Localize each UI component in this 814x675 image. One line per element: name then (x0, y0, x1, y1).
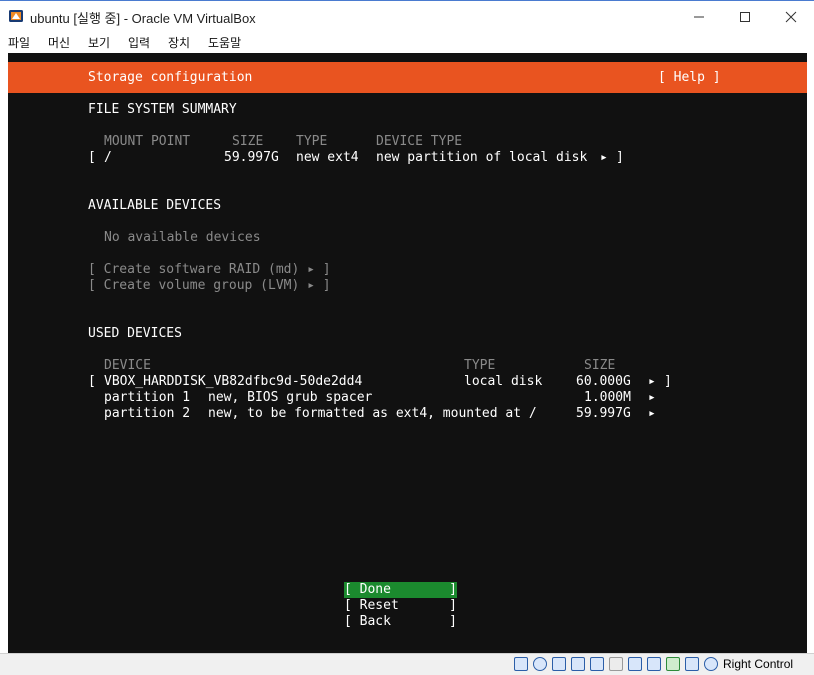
done-button[interactable]: [ Done ] (344, 582, 457, 598)
create-lvm-button[interactable]: [ Create volume group (LVM) ▸ ] (88, 278, 331, 294)
installer-header: Storage configuration [ Help ] (8, 62, 807, 93)
partition-name: partition 2 (104, 406, 191, 421)
partition-size: 1.000M (584, 390, 631, 405)
menu-machine[interactable]: 머신 (48, 34, 70, 51)
video-capture-icon[interactable] (647, 657, 661, 671)
create-raid-button[interactable]: [ Create software RAID (md) ▸ ] (88, 262, 331, 278)
shared-folders-icon[interactable] (609, 657, 623, 671)
reset-button-bracket: ] (449, 598, 457, 613)
done-button-bracket: ] (449, 582, 457, 597)
menu-bar: 파일 머신 보기 입력 장치 도움말 (0, 32, 814, 53)
status-bar: Right Control (0, 653, 814, 675)
virtualbox-app-icon (9, 10, 23, 22)
disk-name: VBOX_HARDDISK_VB82dfbc9d-50de2dd4 (104, 374, 363, 389)
column-type: TYPE (296, 134, 328, 149)
row-open-bracket: [ (88, 150, 96, 165)
available-devices-heading: AVAILABLE DEVICES (88, 198, 222, 213)
audio-icon[interactable] (552, 657, 566, 671)
window-title: ubuntu [실행 중] - Oracle VM VirtualBox (30, 11, 256, 26)
virtualization-icon[interactable] (666, 657, 680, 671)
disk-close-bracket: ] (664, 374, 672, 389)
done-button-label: [ Done (344, 582, 391, 597)
column-mount-point: MOUNT POINT (104, 134, 191, 149)
mount-point-value: / (104, 150, 112, 165)
column-device-type-used: TYPE (464, 358, 496, 373)
minimize-button[interactable] (676, 1, 722, 33)
help-button[interactable]: [ Help ] (658, 70, 721, 86)
device-type-value: new partition of local disk (376, 150, 588, 165)
disk-type: local disk (464, 374, 543, 389)
column-device-type: DEVICE TYPE (376, 134, 463, 149)
close-button[interactable] (768, 1, 814, 33)
back-button-bracket: ] (449, 614, 457, 629)
no-available-devices-text: No available devices (104, 230, 261, 245)
reset-button-label: [ Reset (344, 598, 399, 613)
maximize-icon (740, 12, 750, 22)
partition-name: partition 1 (104, 390, 191, 405)
minimize-icon (694, 16, 704, 18)
fs-summary-heading: FILE SYSTEM SUMMARY (88, 102, 237, 117)
back-button[interactable]: [ Back ] (344, 614, 457, 630)
row-arrow-icon[interactable]: ▸ (600, 150, 608, 166)
host-key-label: Right Control (723, 657, 794, 671)
optical-drive-icon[interactable] (533, 657, 547, 671)
column-size-used: SIZE (584, 358, 616, 373)
disk-arrow-icon[interactable]: ▸ (648, 374, 656, 390)
column-size: SIZE (232, 134, 264, 149)
keyboard-capture-icon[interactable] (704, 657, 718, 671)
column-device: DEVICE (104, 358, 151, 373)
partition-size: 59.997G (576, 406, 631, 421)
page-title: Storage configuration (88, 70, 253, 85)
display-icon[interactable] (628, 657, 642, 671)
close-icon (785, 11, 797, 23)
window-frame-right (807, 53, 814, 653)
size-value: 59.997G (224, 150, 279, 165)
disk-size: 60.000G (576, 374, 631, 389)
hard-disk-icon[interactable] (514, 657, 528, 671)
reset-button[interactable]: [ Reset ] (344, 598, 457, 614)
usb-icon[interactable] (590, 657, 604, 671)
disk-open-bracket: [ (88, 374, 96, 389)
partition-arrow-icon[interactable]: ▸ (648, 406, 656, 422)
menu-file[interactable]: 파일 (8, 34, 30, 51)
maximize-button[interactable] (722, 1, 768, 33)
partition-description: new, to be formatted as ext4, mounted at… (208, 406, 537, 421)
partition-description: new, BIOS grub spacer (208, 390, 373, 405)
vm-display[interactable]: Storage configuration [ Help ] FILE SYST… (8, 53, 807, 653)
used-devices-heading: USED DEVICES (88, 326, 182, 341)
menu-help[interactable]: 도움말 (208, 34, 241, 51)
partition-arrow-icon[interactable]: ▸ (648, 390, 656, 406)
menu-devices[interactable]: 장치 (168, 34, 190, 51)
mouse-integration-icon[interactable] (685, 657, 699, 671)
back-button-label: [ Back (344, 614, 391, 629)
menu-view[interactable]: 보기 (88, 34, 110, 51)
menu-input[interactable]: 입력 (128, 34, 150, 51)
network-icon[interactable] (571, 657, 585, 671)
type-value: new ext4 (296, 150, 359, 165)
window-titlebar: ubuntu [실행 중] - Oracle VM VirtualBox (0, 0, 814, 32)
row-close-bracket: ] (616, 150, 624, 165)
window-frame-left (0, 53, 8, 653)
